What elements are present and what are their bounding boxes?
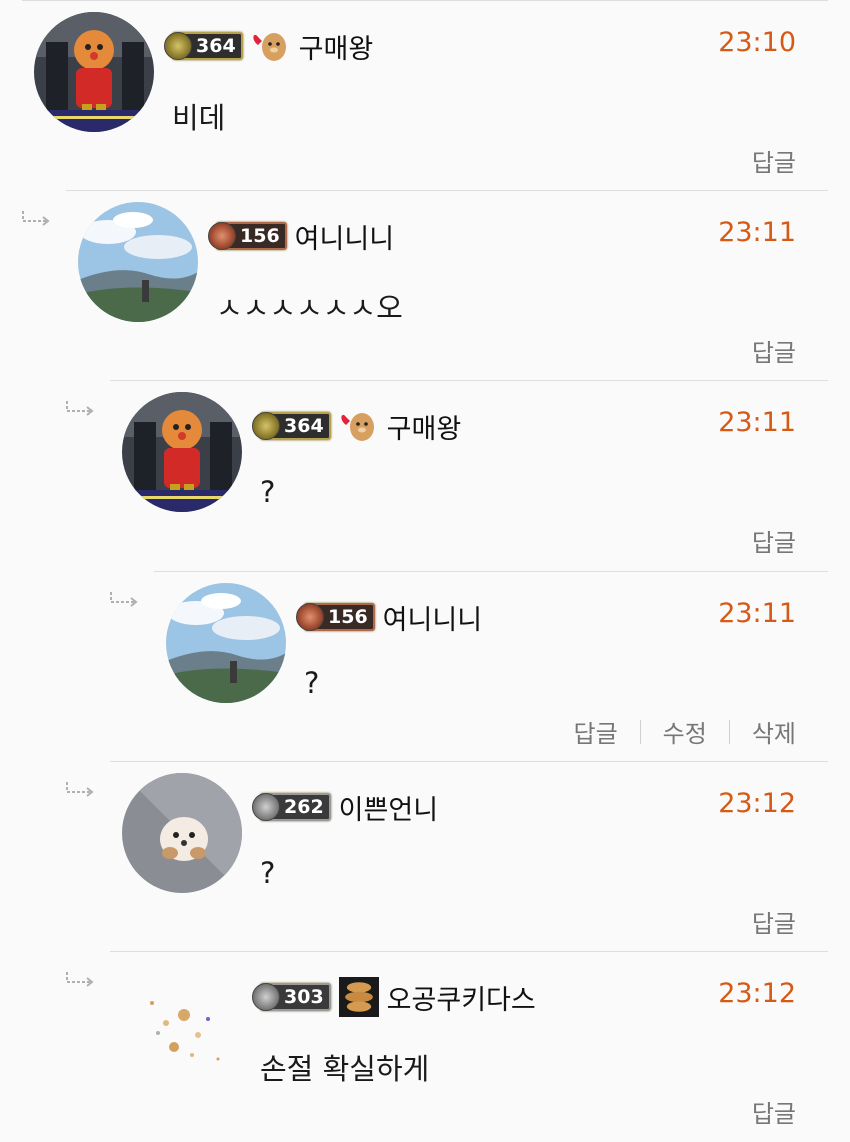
level-number: 364 xyxy=(196,35,236,57)
comment-text: ? xyxy=(260,856,276,890)
delete-button[interactable]: 삭제 xyxy=(752,714,796,749)
level-badge: 262 xyxy=(252,793,331,821)
comment-actions: 답글 xyxy=(752,904,796,939)
reply-button[interactable]: 답글 xyxy=(752,143,796,178)
reply-arrow-icon xyxy=(22,211,50,226)
comment-actions: 답글 xyxy=(752,333,796,368)
comment-meta: 156 여니니니 xyxy=(208,217,394,256)
comment-item: 303 오공쿠키다스 23:12 손절 확실하게 답글 xyxy=(66,951,828,1141)
comment-text: ? xyxy=(304,666,320,700)
avatar[interactable] xyxy=(34,12,154,132)
comment-item: 156 여니니니 23:11 ㅅㅅㅅㅅㅅㅅ오 답글 xyxy=(22,190,828,380)
comment-time: 23:12 xyxy=(718,978,796,1009)
level-number: 156 xyxy=(240,225,280,247)
reply-arrow-icon xyxy=(66,401,94,416)
level-badge: 156 xyxy=(296,603,375,631)
comment-meta: 364 구매왕 xyxy=(164,26,374,66)
comment-meta: 262 이쁜언니 xyxy=(252,788,438,827)
comment-text: ㅅㅅㅅㅅㅅㅅ오 xyxy=(216,291,403,325)
username[interactable]: 이쁜언니 xyxy=(339,788,438,827)
comment-meta: 156 여니니니 xyxy=(296,598,482,637)
reply-button[interactable]: 답글 xyxy=(752,1094,796,1129)
avatar[interactable] xyxy=(122,773,242,893)
reply-arrow-icon xyxy=(66,782,94,797)
comment-time: 23:12 xyxy=(718,788,796,819)
reply-button[interactable]: 답글 xyxy=(752,523,796,558)
comment-actions: 답글 xyxy=(752,1094,796,1129)
reply-button[interactable]: 답글 xyxy=(752,333,796,368)
comment-time: 23:11 xyxy=(718,407,796,438)
level-badge-icon xyxy=(252,793,280,821)
cookie-emblem-icon xyxy=(338,977,379,1017)
username[interactable]: 구매왕 xyxy=(387,407,462,446)
comment-text: 비데 xyxy=(172,101,226,135)
comment-time: 23:10 xyxy=(718,27,796,58)
action-divider xyxy=(728,719,730,744)
level-badge-icon xyxy=(208,222,236,250)
edit-button[interactable]: 수정 xyxy=(663,714,707,749)
avatar[interactable] xyxy=(166,583,286,703)
comment-time: 23:11 xyxy=(718,217,796,248)
level-number: 156 xyxy=(328,606,368,628)
level-badge-icon xyxy=(252,983,280,1011)
level-badge: 303 xyxy=(252,983,331,1011)
comment-meta: 364 구매왕 xyxy=(252,406,462,446)
heart-bear-emblem-icon xyxy=(339,406,379,446)
comment-item: 364 구매왕 23:11 ? 답글 xyxy=(66,380,828,570)
reply-arrow-icon xyxy=(66,972,94,987)
comment-meta: 303 오공쿠키다스 xyxy=(252,977,536,1017)
comment-item: 156 여니니니 23:11 ? 답글 수정 삭제 xyxy=(110,571,828,761)
level-number: 364 xyxy=(284,415,324,437)
level-badge-icon xyxy=(296,603,324,631)
action-divider xyxy=(639,719,641,744)
avatar[interactable] xyxy=(78,202,198,322)
username[interactable]: 오공쿠키다스 xyxy=(387,978,536,1017)
reply-arrow-icon xyxy=(110,592,138,607)
avatar[interactable] xyxy=(122,963,242,1083)
comment-text: 손절 확실하게 xyxy=(260,1052,430,1086)
reply-button[interactable]: 답글 xyxy=(573,714,617,749)
level-badge-icon xyxy=(252,412,280,440)
comment-actions: 답글 xyxy=(752,523,796,558)
username[interactable]: 여니니니 xyxy=(295,217,394,256)
username[interactable]: 구매왕 xyxy=(299,27,374,66)
comment-actions: 답글 수정 삭제 xyxy=(573,714,796,749)
level-badge-icon xyxy=(164,32,192,60)
comment-item: 262 이쁜언니 23:12 ? 답글 xyxy=(66,761,828,951)
level-badge: 364 xyxy=(164,32,243,60)
level-badge: 364 xyxy=(252,412,331,440)
reply-button[interactable]: 답글 xyxy=(752,904,796,939)
level-number: 303 xyxy=(284,986,324,1008)
avatar[interactable] xyxy=(122,392,242,512)
comment-item: 364 구매왕 23:10 비데 답글 xyxy=(22,0,828,190)
username[interactable]: 여니니니 xyxy=(383,598,482,637)
comment-actions: 답글 xyxy=(752,143,796,178)
level-number: 262 xyxy=(284,796,324,818)
comment-text: ? xyxy=(260,475,276,509)
heart-bear-emblem-icon xyxy=(251,26,291,66)
comment-time: 23:11 xyxy=(718,598,796,629)
level-badge: 156 xyxy=(208,222,287,250)
